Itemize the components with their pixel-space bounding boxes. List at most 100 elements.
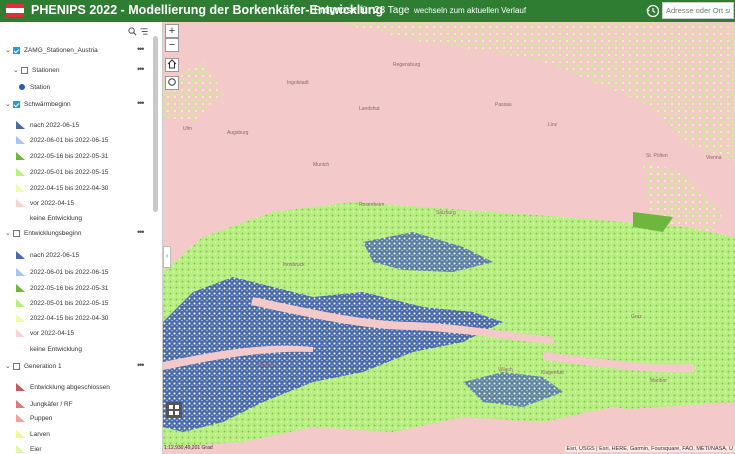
legend-item: Eier xyxy=(0,445,152,454)
legend-swatch xyxy=(16,268,25,276)
legend-swatch xyxy=(16,251,25,259)
legend-item: Jungkäfer / RF xyxy=(0,400,152,413)
chevron-down-icon[interactable]: ⌄ xyxy=(5,46,11,54)
legend-swatch xyxy=(16,121,25,129)
legend-swatch xyxy=(16,400,25,408)
legend-label: 2022-04-15 bis 2022-04-30 xyxy=(30,315,109,322)
legend-label: 2022-05-01 bis 2022-05-15 xyxy=(30,169,109,176)
legend-label: 2022-06-01 bis 2022-06-15 xyxy=(30,269,109,276)
city-label: Rosenheim xyxy=(359,202,385,208)
city-label: Passau xyxy=(495,102,512,108)
city-label: Maribor xyxy=(650,378,667,384)
city-label: Vienna xyxy=(706,155,722,161)
legend-item: nach 2022-06-15 xyxy=(0,251,152,264)
legend-item: 2022-04-15 bis 2022-04-30 xyxy=(0,184,152,197)
layer-label: Schwärmbeginn xyxy=(24,101,71,108)
layer-label: ZAMG_Stationen_Austria xyxy=(24,47,98,54)
layer-list-panel: ⌄ ZAMG_Stationen_Austria ••• ⌄ Stationen ••• S… xyxy=(0,22,163,454)
layer-options-icon[interactable]: ••• xyxy=(137,360,145,370)
collapse-panel-button[interactable]: ‹ xyxy=(163,246,171,268)
legend-label: nach 2022-06-15 xyxy=(30,252,80,259)
legend-item: Station xyxy=(0,84,152,96)
zoom-out-button[interactable]: − xyxy=(165,38,179,52)
legend-swatch xyxy=(16,414,25,422)
legend-item: 2022-06-01 bis 2022-06-15 xyxy=(0,136,152,149)
city-label: Salzburg xyxy=(436,210,456,216)
city-label: St. Pölten xyxy=(646,153,668,159)
layer-options-icon[interactable]: ••• xyxy=(137,227,145,237)
layer-visibility-checkbox[interactable] xyxy=(13,230,20,237)
home-icon xyxy=(167,59,177,69)
city-label: Landshut xyxy=(359,106,380,112)
sublayer-item[interactable]: ⌄ Stationen ••• xyxy=(0,64,152,79)
legend-swatch xyxy=(16,314,25,322)
city-label: Augsburg xyxy=(227,130,249,136)
layer-options-icon[interactable]: ••• xyxy=(137,64,145,74)
legend-item: nach 2022-06-15 xyxy=(0,121,152,134)
zoom-in-button[interactable]: + xyxy=(165,24,179,38)
layer-item[interactable]: ⌄ Generation 1 ••• xyxy=(0,360,152,375)
chevron-down-icon[interactable]: ⌄ xyxy=(5,229,11,237)
legend-item: 2022-05-01 bis 2022-05-15 xyxy=(0,168,152,181)
chevron-down-icon[interactable]: ⌄ xyxy=(13,66,19,74)
flag-stripe-bottom xyxy=(6,12,24,17)
switch-history-link[interactable]: wechseln zum aktuellen Verlauf xyxy=(414,6,526,15)
legend-swatch xyxy=(16,445,25,453)
basemap-gallery-button[interactable] xyxy=(166,402,182,418)
legend-item: keine Entwicklung xyxy=(0,345,152,358)
legend-item: 2022-06-01 bis 2022-06-15 xyxy=(0,268,152,281)
legend-swatch xyxy=(16,184,25,192)
legend-item: 2022-04-15 bis 2022-04-30 xyxy=(0,314,152,327)
map-attribution: Esri, USGS | Esri, HERE, Garmin, Foursqu… xyxy=(564,446,735,452)
legend-item: vor 2022-04-15 xyxy=(0,199,152,212)
city-label: Innsbruck xyxy=(283,262,305,268)
legend-label: 2022-05-01 bis 2022-05-15 xyxy=(30,300,109,307)
city-label: Munich xyxy=(313,162,330,168)
city-label: Regensburg xyxy=(393,62,421,68)
layer-visibility-checkbox[interactable] xyxy=(13,101,20,108)
layer-visibility-checkbox[interactable] xyxy=(13,47,20,54)
grid-icon xyxy=(169,405,179,415)
station-marker-icon xyxy=(19,84,25,90)
layer-item[interactable]: ⌄ Entwicklungsbeginn ••• xyxy=(0,227,152,242)
legend-swatch xyxy=(16,345,25,353)
legend-label: Larven xyxy=(30,431,50,438)
layer-visibility-checkbox[interactable] xyxy=(13,363,20,370)
layer-label: Entwicklungsbeginn xyxy=(24,230,82,237)
austria-flag-icon xyxy=(6,4,24,17)
legend-swatch xyxy=(16,383,25,391)
legend-item: 2022-05-01 bis 2022-05-15 xyxy=(0,299,152,312)
legend-item: keine Entwicklung xyxy=(0,214,152,227)
locate-button[interactable] xyxy=(165,76,179,90)
legend-label: vor 2022-04-15 xyxy=(30,200,75,207)
map-scale: 1:12,930,49,201 Grad xyxy=(164,445,213,451)
locate-icon xyxy=(168,78,176,86)
legend-item: 2022-05-16 bis 2022-05-31 xyxy=(0,152,152,165)
map-view[interactable]: Ulm Augsburg Munich Ingolstadt Regensburg Lan… xyxy=(163,22,735,454)
layer-options-icon[interactable]: ••• xyxy=(137,98,145,108)
layer-options-icon[interactable]: ••• xyxy=(137,44,145,54)
legend-item: vor 2022-04-15 xyxy=(0,329,152,342)
legend-swatch xyxy=(16,136,25,144)
legend-label: Station xyxy=(30,84,51,91)
legend-item: Puppen xyxy=(0,414,152,427)
city-label: Ulm xyxy=(183,126,192,132)
legend-item: 2022-05-16 bis 2022-05-31 xyxy=(0,284,152,297)
chevron-down-icon[interactable]: ⌄ xyxy=(5,100,11,108)
location-search-input[interactable] xyxy=(662,2,734,19)
layer-item[interactable]: ⌄ ZAMG_Stationen_Austria ••• xyxy=(0,44,152,59)
filter-list-icon[interactable] xyxy=(139,27,149,36)
city-label: Villach xyxy=(498,367,513,373)
home-button[interactable] xyxy=(165,58,179,72)
chevron-down-icon[interactable]: ⌄ xyxy=(5,362,11,370)
sidebar-scrollbar[interactable] xyxy=(153,36,158,212)
layer-label: Generation 1 xyxy=(24,363,62,370)
history-clock-icon[interactable] xyxy=(645,3,661,19)
search-icon[interactable] xyxy=(128,27,137,36)
forecast-label[interactable]: Prognose für 28 Tage xyxy=(314,5,409,16)
legend-label: vor 2022-04-15 xyxy=(30,330,75,337)
legend-item: Entwicklung abgeschlossen xyxy=(0,383,152,396)
legend-swatch xyxy=(16,214,25,222)
layer-visibility-checkbox[interactable] xyxy=(21,67,28,74)
layer-item[interactable]: ⌄ Schwärmbeginn ••• xyxy=(0,98,152,113)
